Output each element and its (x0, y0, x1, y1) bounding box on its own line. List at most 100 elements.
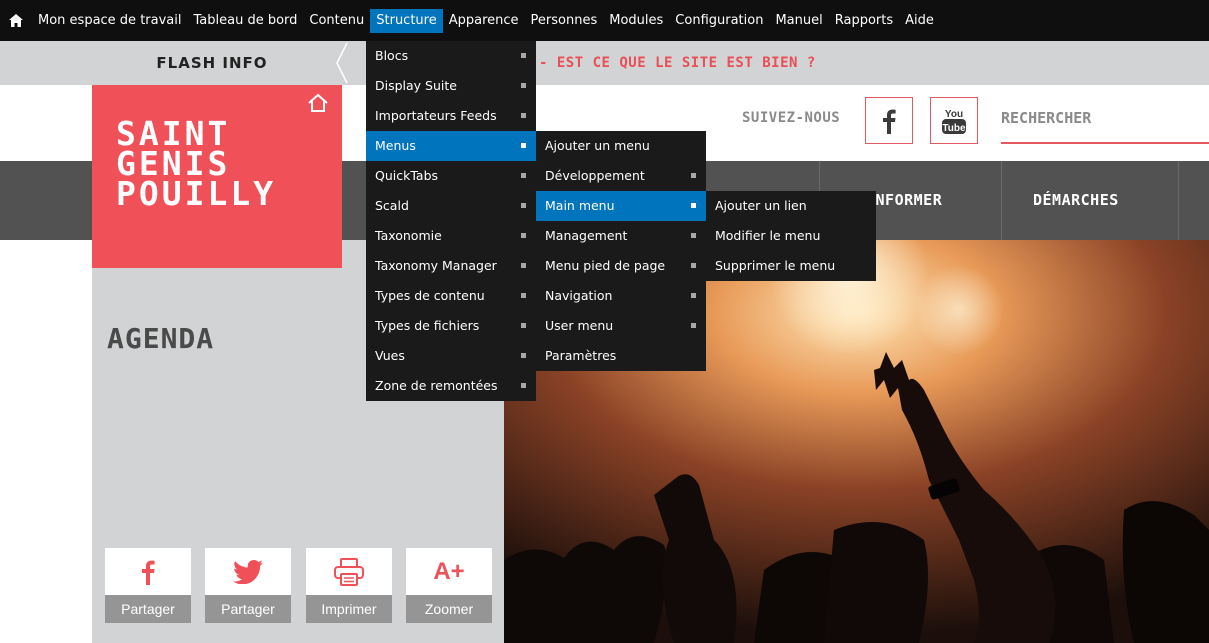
youtube-bottom-text: Tube (942, 123, 966, 134)
submenu-indicator-icon (521, 323, 526, 328)
menu-item-zone-remontees[interactable]: Zone de remontées (366, 371, 536, 401)
menu-item-label: Zone de remontées (375, 378, 498, 393)
menu-item-add-menu[interactable]: Ajouter un menu (536, 131, 706, 161)
youtube-link[interactable]: You Tube (930, 97, 978, 144)
toolbar-item-help[interactable]: Aide (899, 9, 940, 33)
menu-item-label: Ajouter un menu (545, 138, 650, 153)
submenu-indicator-icon (521, 113, 526, 118)
facebook-icon (883, 109, 896, 134)
share-label: Zoomer (406, 595, 492, 623)
menu-item-navigation[interactable]: Navigation (536, 281, 706, 311)
menu-item-label: Types de contenu (375, 288, 485, 303)
logo-text: SAINT GENIS POUILLY (116, 117, 277, 213)
menu-item-label: Ajouter un lien (715, 198, 807, 213)
menu-item-delete-menu[interactable]: Supprimer le menu (706, 251, 876, 281)
logo-line: POUILLY (116, 174, 277, 213)
menu-item-development[interactable]: Développement (536, 161, 706, 191)
menu-item-label: Navigation (545, 288, 613, 303)
menu-item-display-suite[interactable]: Display Suite (366, 71, 536, 101)
site-logo[interactable]: SAINT GENIS POUILLY (92, 85, 342, 268)
toolbar-item-manual[interactable]: Manuel (769, 9, 828, 33)
menu-item-label: Menu pied de page (545, 258, 666, 273)
menu-item-label: Menus (375, 138, 416, 153)
toolbar-item-people[interactable]: Personnes (525, 9, 604, 33)
submenu-indicator-icon (521, 203, 526, 208)
menu-item-menus[interactable]: Menus (366, 131, 536, 161)
menu-item-add-link[interactable]: Ajouter un lien (706, 191, 876, 221)
flash-text[interactable]: - EST CE QUE LE SITE EST BIEN ? (539, 41, 816, 85)
share-label: Imprimer (306, 595, 392, 623)
youtube-icon: You Tube (942, 109, 966, 134)
search-underline (1001, 142, 1209, 144)
share-twitter-button[interactable]: Partager (205, 548, 291, 623)
menu-item-views[interactable]: Vues (366, 341, 536, 371)
admin-toolbar: Mon espace de travail Tableau de bord Co… (0, 0, 1209, 41)
menu-item-label: Main menu (545, 198, 615, 213)
submenu-indicator-icon (521, 263, 526, 268)
home-icon[interactable] (0, 14, 32, 27)
menu-item-settings[interactable]: Paramètres (536, 341, 706, 371)
menu-item-label: Management (545, 228, 628, 243)
menu-item-management[interactable]: Management (536, 221, 706, 251)
home-icon[interactable] (307, 93, 329, 113)
menu-item-label: Modifier le menu (715, 228, 821, 243)
submenu-indicator-icon (691, 293, 696, 298)
menu-item-blocs[interactable]: Blocs (366, 41, 536, 71)
menu-item-content-types[interactable]: Types de contenu (366, 281, 536, 311)
follow-us-label: SUIVEZ-NOUS (742, 110, 841, 126)
toolbar-item-appearance[interactable]: Apparence (443, 9, 525, 33)
submenu-indicator-icon (521, 143, 526, 148)
menu-item-label: Paramètres (545, 348, 617, 363)
search-input[interactable]: RECHERCHER (1001, 109, 1091, 127)
menu-item-taxonomy-manager[interactable]: Taxonomy Manager (366, 251, 536, 281)
menu-item-scald[interactable]: Scald (366, 191, 536, 221)
toolbar-item-dashboard[interactable]: Tableau de bord (187, 9, 303, 33)
share-label: Partager (205, 595, 291, 623)
submenu-indicator-icon (521, 173, 526, 178)
menu-item-file-types[interactable]: Types de fichiers (366, 311, 536, 341)
menu-item-edit-menu[interactable]: Modifier le menu (706, 221, 876, 251)
menu-item-label: Taxonomie (375, 228, 442, 243)
submenu-indicator-icon (691, 173, 696, 178)
menu-item-footer-menu[interactable]: Menu pied de page (536, 251, 706, 281)
menu-item-user-menu[interactable]: User menu (536, 311, 706, 341)
menu-item-label: Scald (375, 198, 409, 213)
toolbar-item-reports[interactable]: Rapports (829, 9, 899, 33)
menu-item-label: Blocs (375, 48, 409, 63)
twitter-icon (233, 559, 263, 584)
menu-item-main-menu[interactable]: Main menu (536, 191, 706, 221)
share-facebook-button[interactable]: Partager (105, 548, 191, 623)
menu-item-label: Display Suite (375, 78, 457, 93)
menu-item-label: Développement (545, 168, 645, 183)
toolbar-item-content[interactable]: Contenu (303, 9, 370, 33)
menu-item-taxonomy[interactable]: Taxonomie (366, 221, 536, 251)
submenu-indicator-icon (691, 203, 696, 208)
nav-divider (1001, 161, 1002, 240)
submenu-indicator-icon (521, 353, 526, 358)
page-title: AGENDA (107, 322, 215, 355)
facebook-icon (142, 560, 155, 585)
menu-item-label: Types de fichiers (375, 318, 480, 333)
menu-item-label: Supprimer le menu (715, 258, 836, 273)
toolbar-item-configuration[interactable]: Configuration (669, 9, 769, 33)
nav-item-informer[interactable]: INFORMER (866, 161, 942, 240)
submenu-indicator-icon (691, 233, 696, 238)
menu-item-quicktabs[interactable]: QuickTabs (366, 161, 536, 191)
toolbar-item-structure[interactable]: Structure (370, 8, 443, 33)
toolbar-item-modules[interactable]: Modules (603, 9, 669, 33)
menus-submenu: Ajouter un menu Développement Main menu … (536, 131, 706, 371)
submenu-indicator-icon (691, 323, 696, 328)
toolbar-item-workspace[interactable]: Mon espace de travail (32, 9, 187, 33)
print-button[interactable]: Imprimer (306, 548, 392, 623)
print-icon (334, 557, 364, 586)
submenu-indicator-icon (521, 383, 526, 388)
main-menu-submenu: Ajouter un lien Modifier le menu Supprim… (706, 191, 876, 281)
facebook-link[interactable] (865, 97, 913, 144)
menu-item-label: Importateurs Feeds (375, 108, 497, 123)
menu-item-feeds-importers[interactable]: Importateurs Feeds (366, 101, 536, 131)
menu-item-label: User menu (545, 318, 614, 333)
zoom-button[interactable]: A+ Zoomer (406, 548, 492, 623)
nav-divider (1178, 161, 1179, 240)
flash-label: FLASH INFO (156, 54, 268, 72)
nav-item-demarches[interactable]: DÉMARCHES (1033, 161, 1119, 240)
